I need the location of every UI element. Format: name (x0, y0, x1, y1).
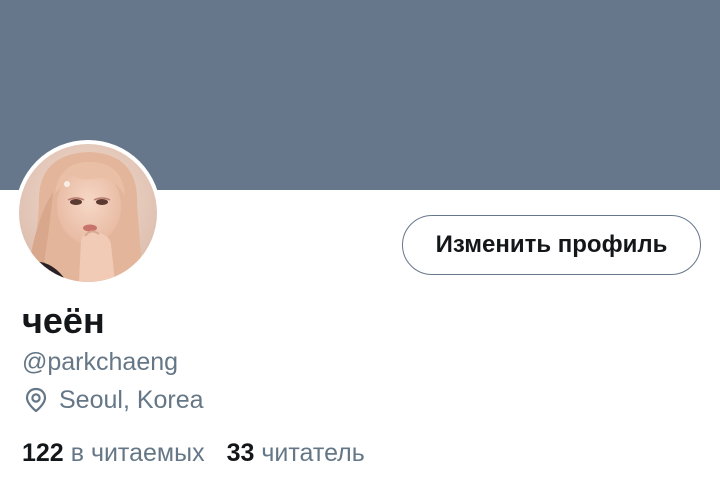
avatar-photo (19, 144, 157, 282)
display-name: чеён (22, 300, 105, 341)
map-pin-icon (22, 386, 50, 414)
avatar[interactable] (15, 140, 161, 286)
username-handle: @parkchaeng (22, 348, 179, 376)
profile-location: Seoul, Korea (22, 385, 204, 415)
followers-label: читатель (261, 439, 365, 467)
followers-count: 33 (226, 439, 255, 467)
location-text: Seoul, Korea (59, 385, 204, 414)
profile-stats: 122 в читаемых 33 читатель (22, 437, 387, 469)
followers-link[interactable]: 33 читатель (227, 437, 365, 469)
following-count: 122 (22, 439, 64, 467)
following-link[interactable]: 122 в читаемых (22, 437, 205, 469)
following-label: в читаемых (70, 439, 205, 467)
edit-profile-button[interactable]: Изменить профиль (402, 215, 701, 275)
